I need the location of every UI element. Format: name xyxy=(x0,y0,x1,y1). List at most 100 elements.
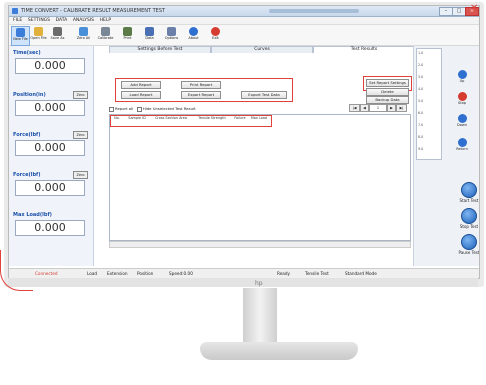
toolbar-about-button[interactable]: About xyxy=(185,26,202,44)
menu-help[interactable]: HELP xyxy=(100,17,111,24)
monitor-stand-neck xyxy=(243,288,277,342)
tab-test-results[interactable]: Test Results xyxy=(313,46,415,53)
status-bar: Connected Load Extension Position Speed:… xyxy=(9,268,479,278)
pause-test-button[interactable]: Pause Test xyxy=(458,234,480,255)
tab-curves[interactable]: Curves xyxy=(211,46,313,53)
minimize-button[interactable]: – xyxy=(439,7,453,16)
options-icon xyxy=(167,27,176,36)
export-test-data-button[interactable]: Export Test Data xyxy=(241,91,287,99)
main-area: Settings Before Test Curves Test Results… xyxy=(95,46,415,266)
page-number-field[interactable]: 1 xyxy=(369,104,387,112)
data-icon xyxy=(145,27,154,36)
toolbar-label: About xyxy=(188,36,199,40)
stop-icon xyxy=(457,92,467,101)
force2-readout: 0.000 xyxy=(15,180,85,196)
big-button-label: Start Test xyxy=(459,198,479,203)
big-button-label: Stop Test xyxy=(459,224,479,229)
toolbar-zero-all-button[interactable]: Zero All xyxy=(75,26,92,44)
report-all-checkbox[interactable] xyxy=(109,106,114,112)
last-page-button[interactable]: ▶| xyxy=(396,104,407,112)
tab-settings-before-test[interactable]: Settings Before Test xyxy=(109,46,211,53)
zero-icon xyxy=(79,27,88,36)
menu-analysis[interactable]: ANALYSIS xyxy=(73,17,94,24)
delete-button[interactable]: Delete xyxy=(366,88,409,96)
status-position: Position xyxy=(137,271,154,276)
menu-settings[interactable]: SETTINGS xyxy=(28,17,50,24)
maximize-button[interactable]: □ xyxy=(452,7,466,16)
up-arrow-icon xyxy=(457,70,467,79)
pause-icon xyxy=(461,234,477,250)
red-annotation-mark: ✕ xyxy=(470,3,479,14)
toolbar-options-button[interactable]: Options xyxy=(163,26,180,44)
return-button[interactable]: Return xyxy=(450,138,474,152)
first-page-button[interactable]: |◀ xyxy=(349,104,360,112)
red-annotation-arrow xyxy=(0,250,33,291)
printer-icon xyxy=(123,27,132,36)
toolbar-save-as-button[interactable]: Save As xyxy=(49,26,66,44)
menu-data[interactable]: DATA xyxy=(56,17,68,24)
force-readout: 0.000 xyxy=(15,140,85,156)
list-item[interactable]: 1.0 xyxy=(418,51,423,55)
set-report-settings-button[interactable]: Set Report Settings xyxy=(366,79,409,87)
toolbar-label: Calibrate xyxy=(97,36,114,40)
toolbar-new-file-button[interactable]: New File xyxy=(11,26,30,46)
start-test-button[interactable]: Start Test xyxy=(458,182,479,203)
export-report-button[interactable]: Export Report xyxy=(181,91,221,99)
hide-unselected-checkbox[interactable] xyxy=(136,106,142,112)
force2-zero-button[interactable]: Zero xyxy=(73,171,88,179)
toolbar-exit-button[interactable]: Exit xyxy=(207,26,224,44)
window-title: TIME CONVERT - CALIBRATE RESULT MEASUREM… xyxy=(21,8,166,14)
header-max-load: Max Load xyxy=(250,116,268,120)
list-item[interactable]: 6.0 xyxy=(418,111,423,115)
force-zero-button[interactable]: Zero xyxy=(73,131,88,139)
stop-test-button[interactable]: Stop Test xyxy=(458,208,479,229)
position-readout: 0.000 xyxy=(15,100,85,116)
side-button-label: Down xyxy=(457,123,467,127)
open-folder-icon xyxy=(34,27,43,36)
toolbar-label: Exit xyxy=(212,36,219,40)
toolbar-calibrate-button[interactable]: Calibrate xyxy=(97,26,114,44)
toolbar-label: Zero All xyxy=(76,36,91,40)
jog-down-button[interactable]: Down xyxy=(450,114,474,128)
list-item[interactable]: 8.0 xyxy=(418,135,423,139)
table-horizontal-scrollbar[interactable] xyxy=(109,241,411,248)
toolbar-print-button[interactable]: Print xyxy=(119,26,136,44)
filter-checkboxes: Report all Hide Unselected Test Result xyxy=(109,106,196,112)
toolbar-label: Data xyxy=(145,36,154,40)
list-item[interactable]: 2.0 xyxy=(418,63,423,67)
max-load-label: Max Load(lbf) xyxy=(13,212,52,218)
toolbar-label: Options xyxy=(164,36,179,40)
calibrate-icon xyxy=(101,27,110,36)
stop-circle-icon xyxy=(461,208,477,224)
speed-list[interactable]: 1.0 2.0 3.0 4.0 5.0 6.0 7.0 8.0 9.0 xyxy=(416,48,442,160)
backup-data-button[interactable]: Backup Data xyxy=(366,96,409,104)
list-item[interactable]: 5.0 xyxy=(418,99,423,103)
load-report-button[interactable]: Load Report xyxy=(121,91,161,99)
toolbar-open-file-button[interactable]: Open File xyxy=(30,26,47,44)
results-table: No. Sample ID Cross Section Area Tensile… xyxy=(109,114,411,241)
toolbar-data-button[interactable]: Data xyxy=(141,26,158,44)
header-no: No. xyxy=(114,116,120,120)
print-report-button[interactable]: Print Report xyxy=(181,81,221,89)
save-icon xyxy=(53,27,62,36)
status-load: Load xyxy=(87,271,98,276)
list-item[interactable]: 3.0 xyxy=(418,75,423,79)
title-bar-glare xyxy=(269,9,359,13)
jog-stop-button[interactable]: Stop xyxy=(450,92,474,106)
list-item[interactable]: 7.0 xyxy=(418,123,423,127)
big-button-label: Pause Test xyxy=(458,250,480,255)
header-cross-section-area: Cross Section Area xyxy=(155,116,187,120)
list-item[interactable]: 9.0 xyxy=(418,147,423,151)
menu-file[interactable]: FILE xyxy=(13,17,22,24)
prev-page-button[interactable]: ◀ xyxy=(360,104,369,112)
add-report-button[interactable]: Add Report xyxy=(121,81,161,89)
next-page-button[interactable]: ▶ xyxy=(387,104,396,112)
list-item[interactable]: 4.0 xyxy=(418,87,423,91)
time-label: Time(sec) xyxy=(13,50,41,56)
max-load-readout: 0.000 xyxy=(15,220,85,236)
jog-up-button[interactable]: Up xyxy=(450,70,474,84)
menu-bar: FILE SETTINGS DATA ANALYSIS HELP xyxy=(9,17,479,25)
report-all-label: Report all xyxy=(115,106,134,111)
status-extension: Extension xyxy=(107,271,128,276)
position-zero-button[interactable]: Zero xyxy=(73,91,88,99)
